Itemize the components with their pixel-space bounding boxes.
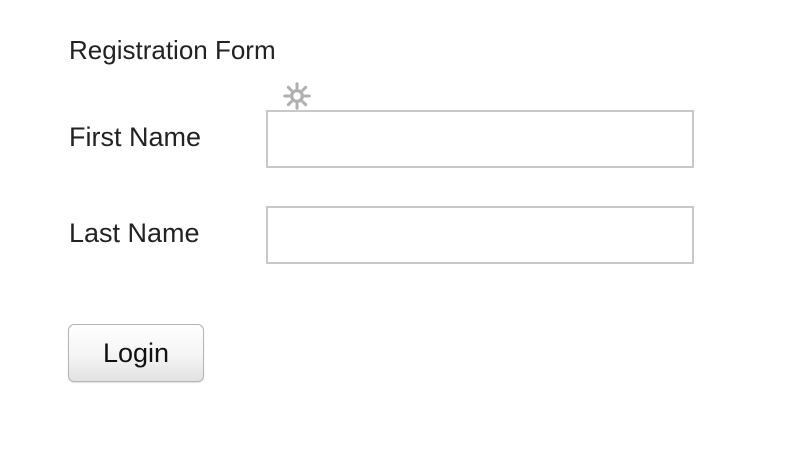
login-button[interactable]: Login [68, 324, 204, 382]
gear-icon[interactable] [283, 82, 311, 110]
first-name-label: First Name [69, 122, 202, 152]
last-name-label: Last Name [69, 218, 200, 248]
form-title: Registration Form [69, 35, 276, 65]
first-name-input[interactable] [266, 110, 694, 168]
last-name-input[interactable] [266, 206, 694, 264]
